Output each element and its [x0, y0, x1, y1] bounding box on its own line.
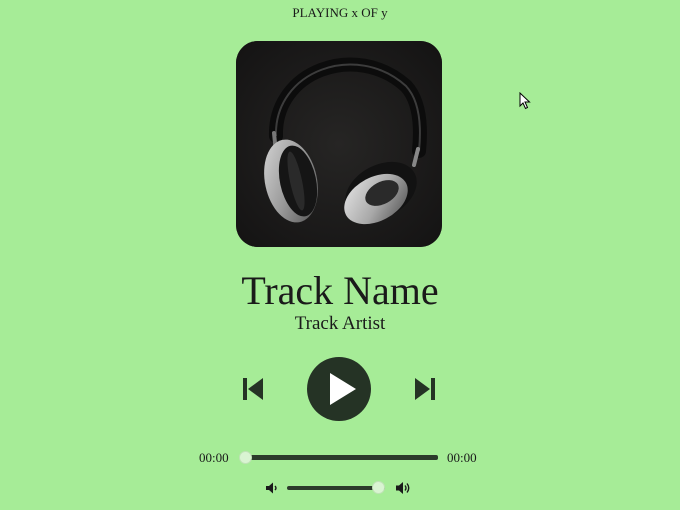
skip-next-icon — [415, 378, 435, 400]
seek-slider[interactable] — [239, 451, 438, 464]
volume-down-icon — [266, 482, 277, 494]
play-button[interactable] — [306, 356, 372, 422]
volume-up-icon — [396, 482, 410, 494]
track-artist: Track Artist — [294, 313, 386, 334]
play-icon — [307, 357, 371, 421]
previous-track-button[interactable] — [241, 375, 265, 403]
volume-up-button[interactable] — [395, 480, 412, 496]
now-playing-label: PLAYING x OF y — [292, 5, 388, 20]
track-name: Track Name — [241, 268, 439, 313]
total-time: 00:00 — [447, 450, 477, 465]
volume-slider[interactable] — [287, 481, 386, 494]
current-time: 00:00 — [199, 450, 229, 465]
headphones-image — [236, 41, 442, 247]
album-art — [236, 41, 442, 247]
volume-slider-thumb[interactable] — [372, 481, 386, 494]
mouse-cursor-icon — [519, 92, 531, 110]
seek-slider-thumb[interactable] — [239, 451, 252, 464]
volume-down-button[interactable] — [265, 481, 279, 495]
skip-previous-icon — [243, 378, 263, 400]
next-track-button[interactable] — [413, 375, 437, 403]
